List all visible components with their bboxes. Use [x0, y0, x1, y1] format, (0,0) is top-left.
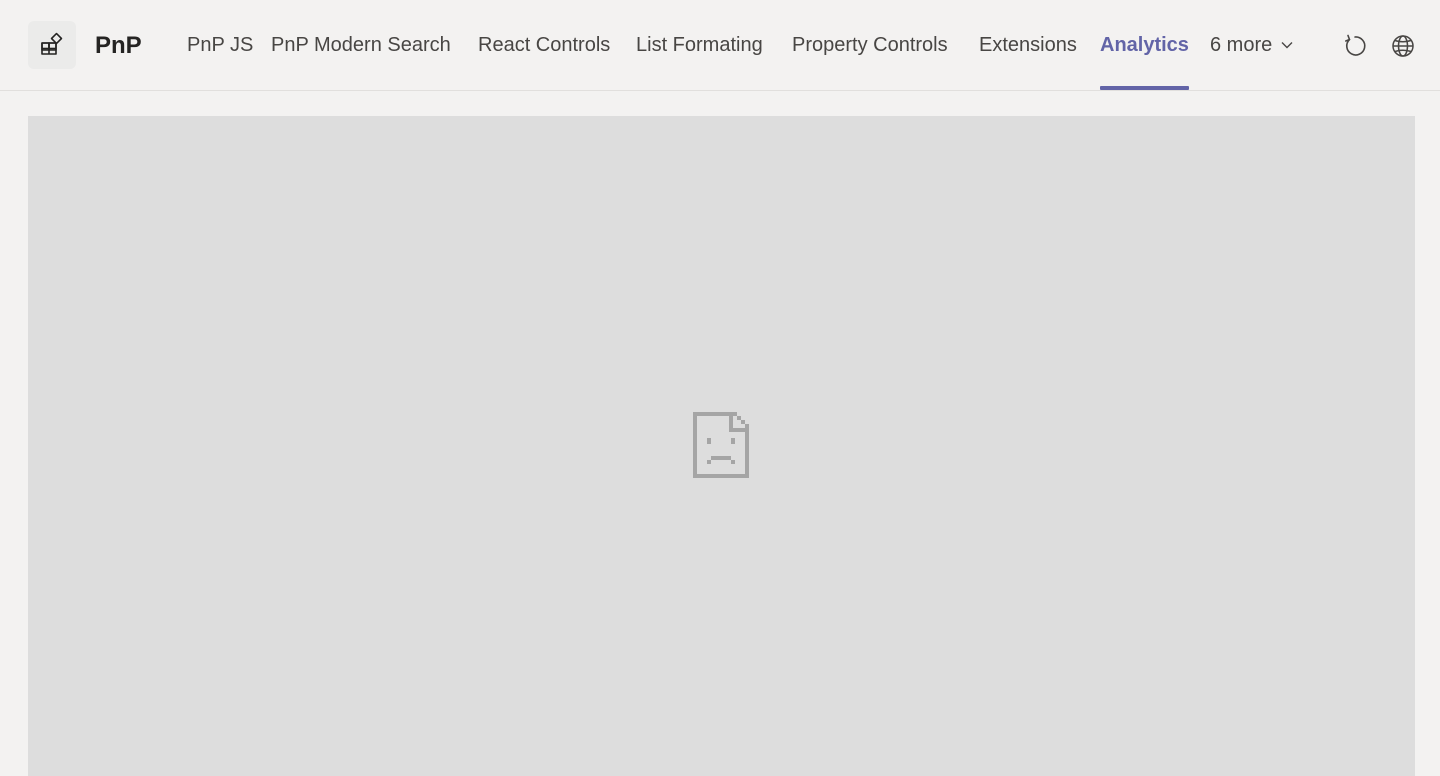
tab-list-formating[interactable]: List Formating: [636, 0, 763, 90]
globe-icon[interactable]: [1390, 33, 1416, 59]
apps-icon: [41, 32, 63, 55]
tab-react-controls[interactable]: React Controls: [478, 0, 610, 90]
app-header: PnP PnP JS PnP Modern Search React Contr…: [0, 0, 1440, 91]
tab-analytics[interactable]: Analytics: [1100, 0, 1189, 90]
tab-label: PnP JS: [187, 33, 254, 56]
embedded-content-frame: [28, 116, 1415, 776]
reload-icon[interactable]: [1342, 33, 1368, 59]
tab-label: Extensions: [979, 33, 1077, 56]
tab-label: 6 more: [1210, 33, 1273, 56]
tab-pnp-js[interactable]: PnP JS: [187, 0, 253, 90]
app-icon[interactable]: [28, 21, 76, 69]
tab-label: Property Controls: [792, 33, 948, 56]
tab-extensions[interactable]: Extensions: [979, 0, 1077, 90]
tab-pnp-modern-search[interactable]: PnP Modern Search: [271, 0, 451, 90]
chevron-down-icon: [1281, 42, 1293, 49]
app-title: PnP: [95, 32, 142, 59]
tab-label: React Controls: [478, 33, 611, 56]
tab-label: PnP Modern Search: [271, 33, 451, 56]
broken-document-icon: [693, 412, 749, 478]
tab-label: List Formating: [636, 33, 763, 56]
tab-property-controls[interactable]: Property Controls: [792, 0, 948, 90]
tab-more-dropdown[interactable]: 6 more: [1210, 0, 1294, 90]
tab-label: Analytics: [1100, 33, 1189, 56]
